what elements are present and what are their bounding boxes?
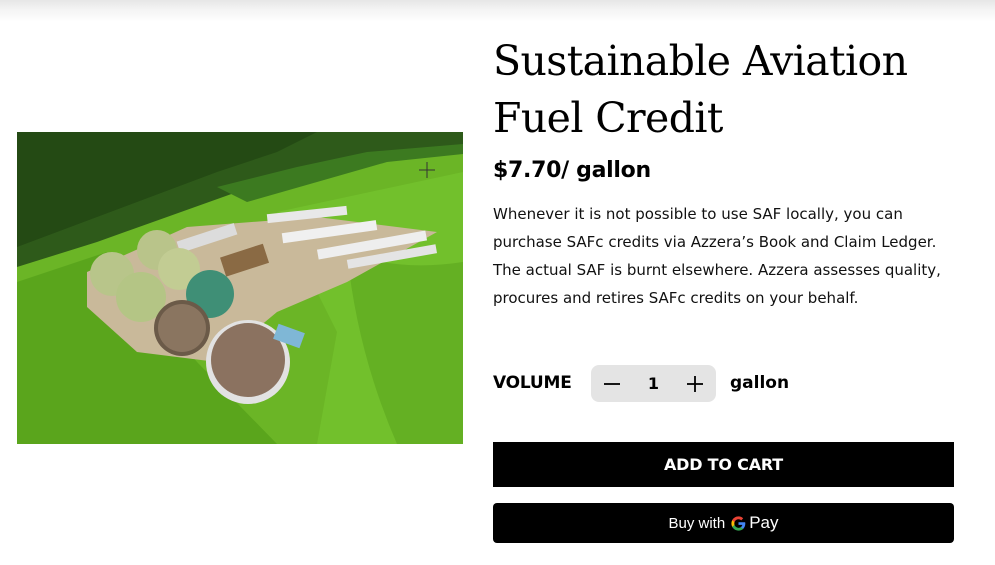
minus-icon bbox=[604, 382, 620, 385]
gpay-prefix: Buy with bbox=[668, 514, 726, 532]
increment-button[interactable] bbox=[676, 365, 714, 402]
volume-label: VOLUME bbox=[493, 373, 572, 393]
plus-icon bbox=[687, 375, 703, 392]
volume-selector: VOLUME 1 gallon bbox=[493, 365, 813, 402]
product-title-line-2: Fuel Credit bbox=[493, 94, 723, 142]
quantity-stepper: 1 bbox=[591, 365, 716, 402]
aerial-biogas-plant-photo bbox=[17, 132, 463, 444]
product-title-line-1: Sustainable Aviation bbox=[493, 37, 908, 85]
product-description: Whenever it is not possible to use SAF l… bbox=[493, 205, 941, 307]
add-to-cart-button[interactable]: ADD TO CART bbox=[493, 442, 954, 487]
product-price: $7.70/ gallon bbox=[493, 158, 651, 183]
add-to-cart-label: ADD TO CART bbox=[663, 455, 784, 474]
google-g-icon bbox=[731, 515, 746, 531]
unit-label: gallon bbox=[730, 373, 790, 393]
gpay-logo: Pay bbox=[730, 513, 779, 533]
product-image bbox=[17, 132, 463, 444]
header-shadow bbox=[0, 0, 995, 22]
quantity-input[interactable]: 1 bbox=[631, 365, 676, 402]
google-pay-button[interactable]: Buy with Pay bbox=[493, 503, 954, 543]
decrement-button[interactable] bbox=[593, 365, 631, 402]
product-title: Sustainable Aviation Fuel Credit bbox=[493, 33, 963, 147]
gpay-brand: Pay bbox=[749, 513, 779, 532]
